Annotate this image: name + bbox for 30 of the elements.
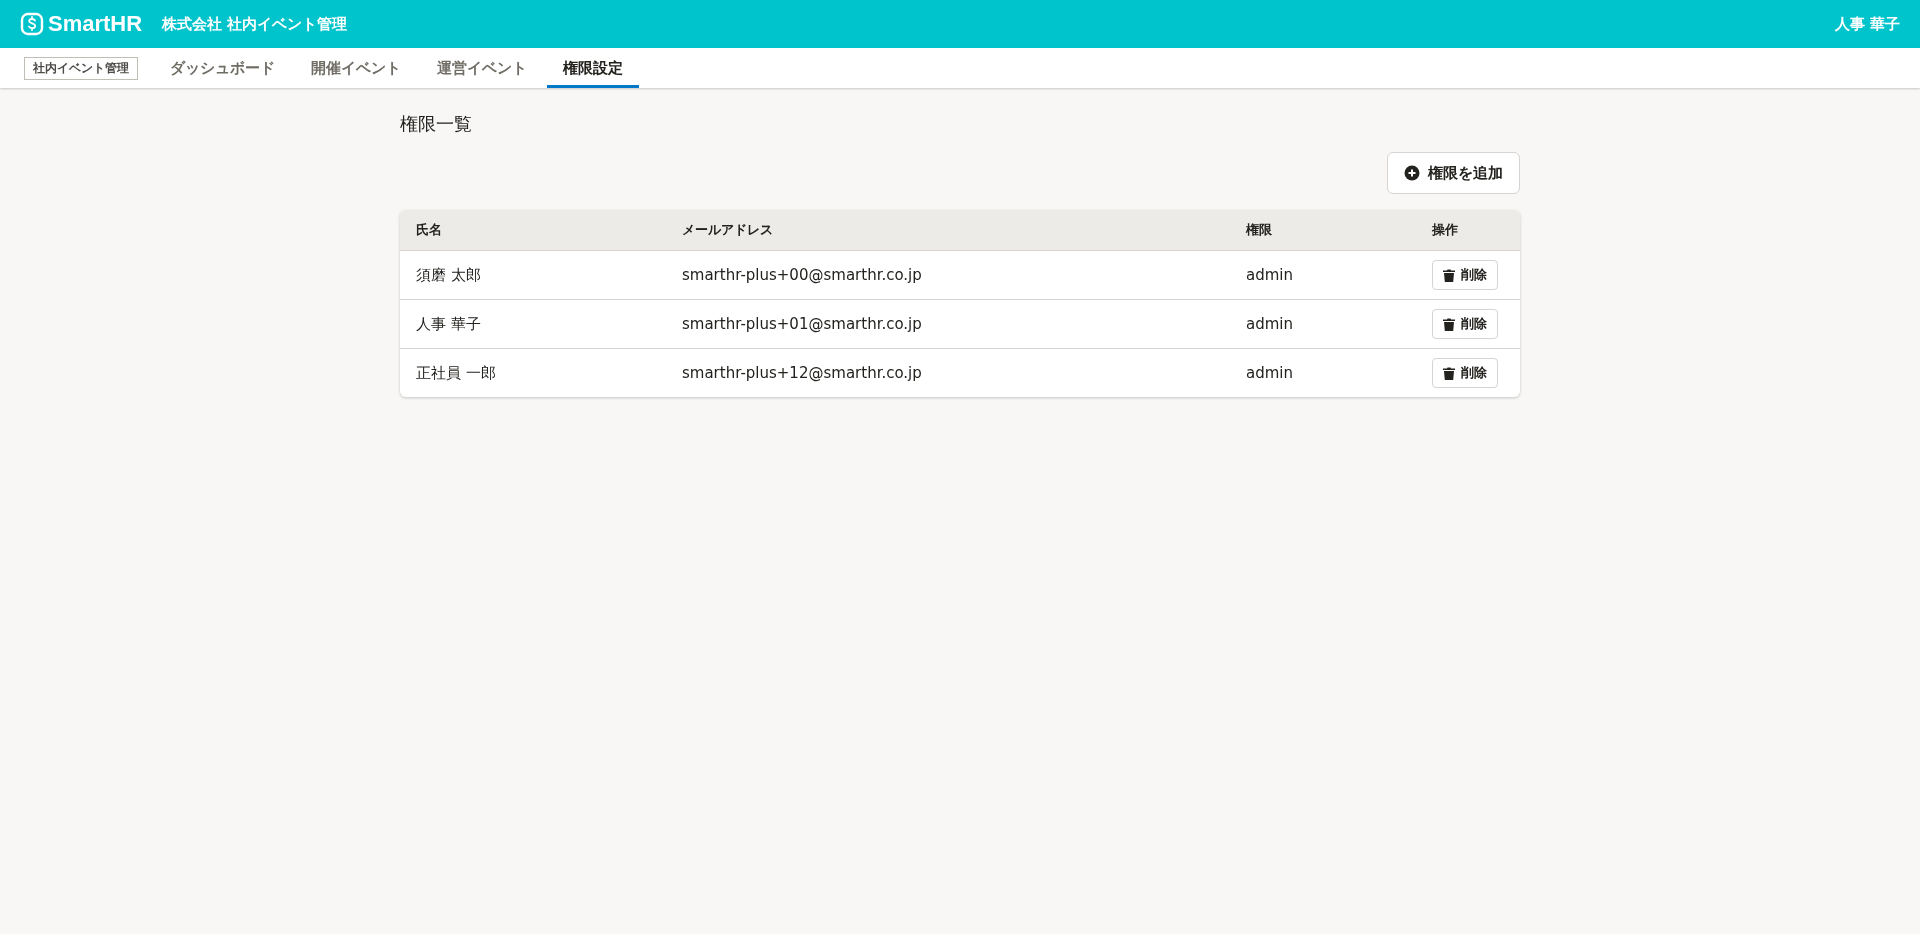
email-cell: smarthr-plus+12@smarthr.co.jp — [666, 348, 1230, 397]
trash-icon — [1443, 317, 1455, 331]
app-label: 社内イベント管理 — [24, 56, 138, 80]
nav-tab[interactable]: 権限設定 — [547, 48, 639, 88]
plus-circle-icon — [1404, 165, 1420, 181]
logo-text: SmartHR — [48, 11, 143, 37]
trash-icon — [1443, 268, 1455, 282]
column-header: 氏名 — [400, 210, 666, 251]
role-cell: admin — [1230, 348, 1416, 397]
email-cell: smarthr-plus+00@smarthr.co.jp — [666, 250, 1230, 300]
page-title: 権限一覧 — [400, 112, 473, 136]
name-cell: 人事 華子 — [400, 299, 666, 349]
nav-tab[interactable]: 開催イベント — [295, 48, 417, 88]
company-name: 株式会社 社内イベント管理 — [162, 14, 348, 34]
delete-button[interactable]: 削除 — [1432, 309, 1498, 339]
delete-button[interactable]: 削除 — [1432, 358, 1498, 388]
name-cell: 須磨 太郎 — [400, 250, 666, 300]
delete-button[interactable]: 削除 — [1432, 260, 1498, 290]
column-header: 権限 — [1230, 210, 1416, 251]
role-cell: admin — [1230, 299, 1416, 349]
email-cell: smarthr-plus+01@smarthr.co.jp — [666, 299, 1230, 349]
logo-icon — [20, 12, 44, 36]
add-button[interactable]: 権限を追加 — [1387, 152, 1520, 194]
trash-icon — [1443, 366, 1455, 380]
column-header: 操作 — [1416, 210, 1520, 251]
column-header: メールアドレス — [666, 210, 1230, 251]
name-cell: 正社員 一郎 — [400, 348, 666, 397]
nav-tab[interactable]: ダッシュボード — [154, 48, 291, 88]
nav-tab[interactable]: 運営イベント — [421, 48, 543, 88]
role-cell: admin — [1230, 250, 1416, 300]
